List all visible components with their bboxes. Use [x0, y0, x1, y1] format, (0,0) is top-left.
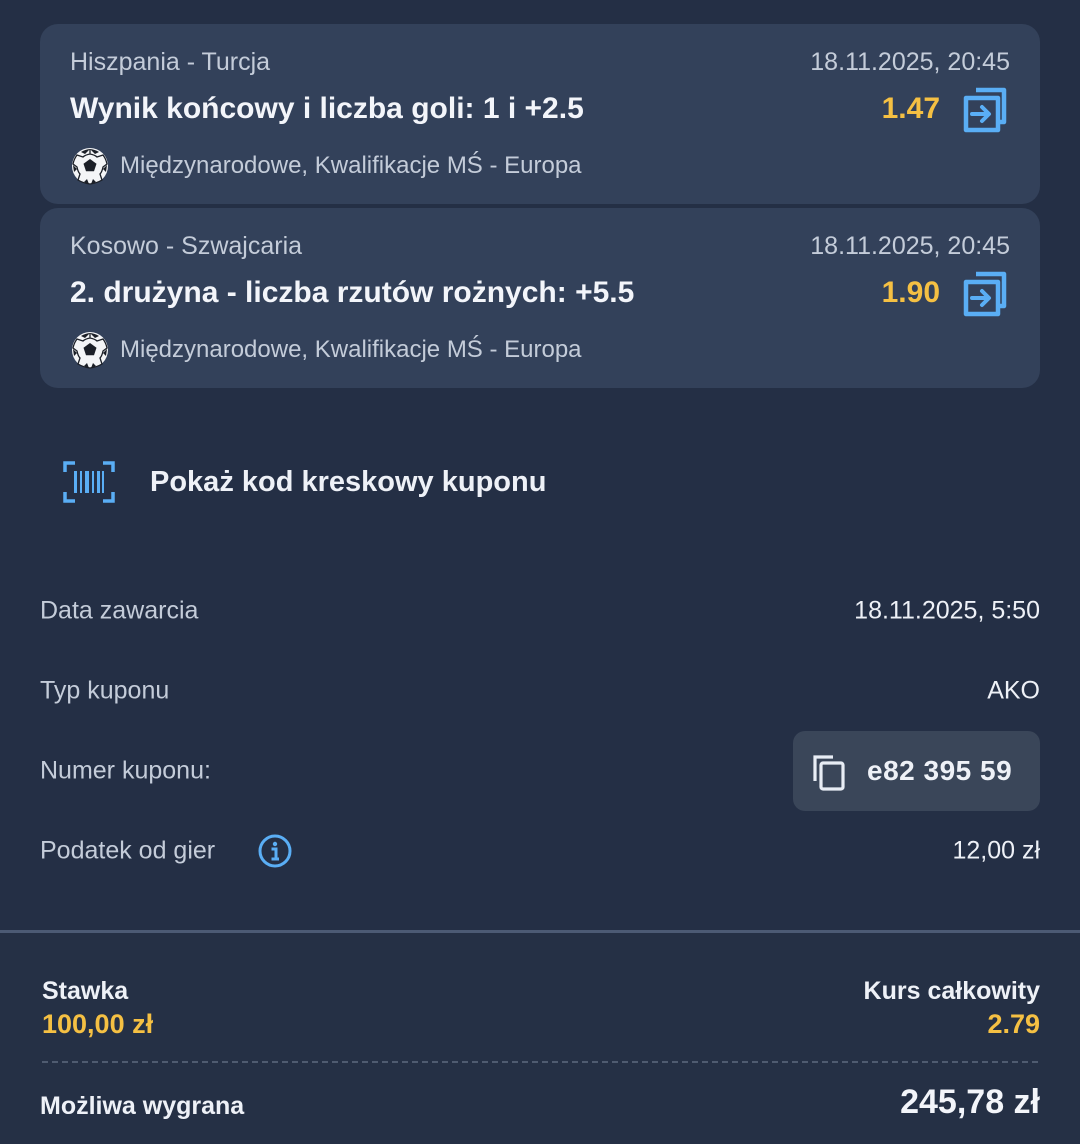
date-label: Data zawarcia — [40, 596, 199, 625]
tax-label: Podatek od gier — [40, 836, 216, 865]
copy-coupon-number-button[interactable]: e82 395 59 — [793, 731, 1040, 811]
info-icon[interactable] — [258, 834, 292, 868]
league-row: Międzynarodowe, Kwalifikacje MŚ - Europa — [70, 146, 582, 186]
barcode-icon — [63, 461, 115, 503]
total-odds-label: Kurs całkowity — [863, 977, 1040, 1005]
type-value: AKO — [987, 676, 1040, 705]
coupon-summary: Stawka 100,00 zł Kurs całkowity 2.79 Moż… — [0, 933, 1080, 1144]
match-teams: Kosowo - Szwajcaria — [70, 232, 303, 260]
dashed-separator — [42, 1061, 1038, 1063]
number-label: Numer kuponu: — [40, 756, 211, 785]
possible-win-label: Możliwa wygrana — [40, 1092, 245, 1120]
detail-row-type: Typ kuponu AKO — [40, 661, 1040, 721]
stake-value: 100,00 zł — [42, 1009, 154, 1039]
open-event-icon[interactable] — [962, 268, 1010, 318]
bet-market: 2. drużyna - liczba rzutów rożnych: +5.5 — [70, 276, 635, 309]
league-name: Międzynarodowe, Kwalifikacje MŚ - Europa — [120, 336, 582, 363]
bet-odds: 1.90 — [881, 276, 940, 309]
show-barcode-button[interactable]: Pokaż kod kreskowy kuponu — [62, 456, 546, 508]
barcode-label: Pokaż kod kreskowy kuponu — [150, 465, 547, 498]
type-label: Typ kuponu — [40, 676, 170, 705]
coupon-details-screen: Hiszpania - Turcja 18.11.2025, 20:45 Wyn… — [0, 0, 1080, 1144]
stake-label: Stawka — [42, 977, 129, 1005]
bet-market: Wynik końcowy i liczba goli: 1 i +2.5 — [70, 92, 584, 125]
copy-icon — [813, 755, 845, 791]
coupon-number: e82 395 59 — [867, 755, 1013, 786]
bet-odds: 1.47 — [881, 92, 940, 125]
league-name: Międzynarodowe, Kwalifikacje MŚ - Europa — [120, 152, 582, 179]
bet-card[interactable]: Kosowo - Szwajcaria 18.11.2025, 20:45 2.… — [40, 208, 1040, 388]
detail-row-number: Numer kuponu: e82 395 59 — [40, 731, 1040, 811]
open-event-icon[interactable] — [962, 84, 1010, 134]
soccer-ball-icon — [72, 148, 108, 185]
soccer-ball-icon — [72, 332, 108, 369]
match-datetime: 18.11.2025, 20:45 — [810, 48, 1010, 76]
detail-row-tax: Podatek od gier 12,00 zł — [40, 821, 1040, 881]
tax-value: 12,00 zł — [952, 836, 1040, 865]
possible-win-value: 245,78 zł — [900, 1083, 1040, 1121]
bet-card[interactable]: Hiszpania - Turcja 18.11.2025, 20:45 Wyn… — [40, 24, 1040, 204]
total-odds-value: 2.79 — [987, 1009, 1040, 1039]
detail-row-date: Data zawarcia 18.11.2025, 5:50 — [40, 581, 1040, 641]
date-value: 18.11.2025, 5:50 — [854, 596, 1040, 625]
match-datetime: 18.11.2025, 20:45 — [810, 232, 1010, 260]
match-teams: Hiszpania - Turcja — [70, 48, 271, 76]
league-row: Międzynarodowe, Kwalifikacje MŚ - Europa — [70, 330, 582, 370]
